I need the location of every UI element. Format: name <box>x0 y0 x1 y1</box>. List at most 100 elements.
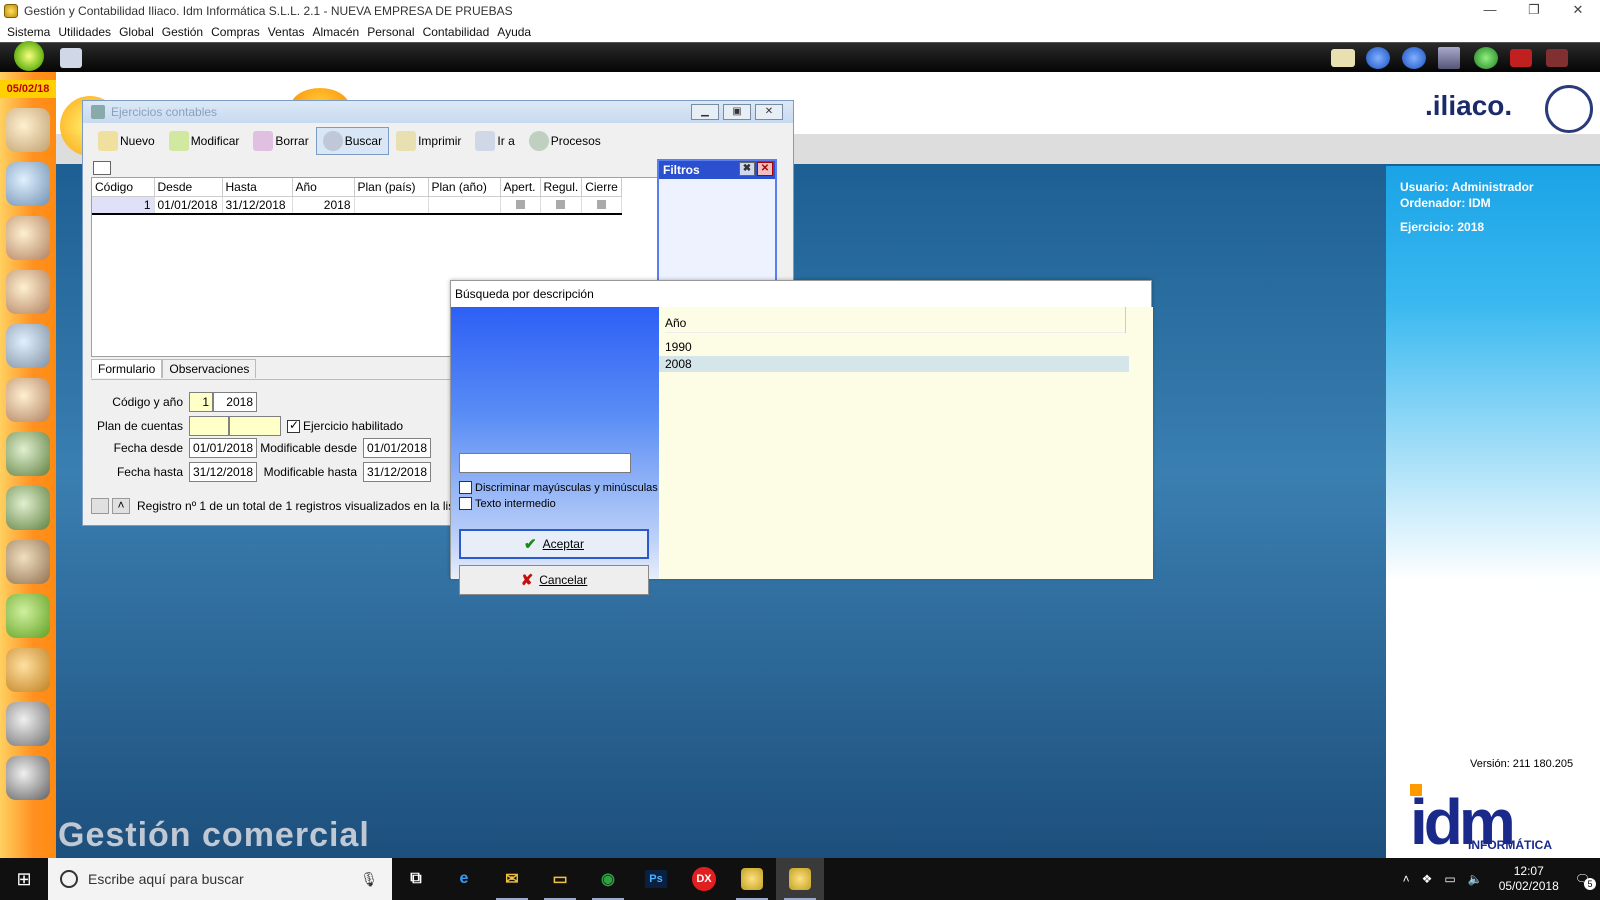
tab-formulario[interactable]: Formulario <box>91 359 163 378</box>
back-icon[interactable] <box>1366 47 1390 69</box>
list-icon[interactable] <box>1438 47 1460 69</box>
notebook-icon[interactable] <box>6 702 50 746</box>
mail-app-icon[interactable]: ✉ <box>488 858 536 900</box>
cancelar-button[interactable]: ✘ Cancelar <box>459 565 649 595</box>
close-window-icon[interactable] <box>1510 49 1532 67</box>
exit-icon[interactable] <box>1546 49 1568 67</box>
notifications-icon[interactable]: 🗨 5 <box>1575 872 1596 890</box>
clock[interactable]: 12:07 05/02/2018 <box>1499 864 1559 894</box>
menu-utilidades[interactable]: Utilidades <box>58 25 111 39</box>
nuevo-button[interactable]: Nuevo <box>91 127 162 155</box>
iliaco-app-icon[interactable] <box>728 858 776 900</box>
col-codigo[interactable]: Código <box>92 178 155 197</box>
edge-icon[interactable]: e <box>440 858 488 900</box>
file-explorer-icon[interactable]: ▭ <box>536 858 584 900</box>
tab-observaciones[interactable]: Observaciones <box>162 359 257 378</box>
col-regul[interactable]: Regul. <box>540 178 583 197</box>
list-item[interactable]: 1990 <box>659 339 1129 355</box>
case-option[interactable]: Discriminar mayúsculas y minúsculas <box>459 481 658 494</box>
close-button[interactable]: ✕ <box>1556 0 1600 22</box>
iliaco-app-active-icon[interactable] <box>776 858 824 900</box>
purchase-order-icon[interactable] <box>6 432 50 476</box>
network-icon[interactable]: ▭ <box>1444 872 1455 886</box>
middle-text-option[interactable]: Texto intermedio <box>459 497 556 510</box>
list-header-anio[interactable]: Año <box>665 313 1125 333</box>
menu-personal[interactable]: Personal <box>367 25 414 39</box>
modificar-button[interactable]: Modificar <box>162 127 247 155</box>
child-minimize-button[interactable]: ▁ <box>691 104 719 120</box>
microphone-icon[interactable]: 🎙 <box>360 871 378 888</box>
plan-anio-field[interactable] <box>229 416 281 436</box>
borrar-button[interactable]: Borrar <box>246 127 315 155</box>
collapse-icon[interactable]: ˄ <box>112 498 130 514</box>
menu-global[interactable]: Global <box>119 25 154 39</box>
shopping-bag-orange-icon[interactable] <box>6 648 50 692</box>
mod-desde-field[interactable]: 01/01/2018 <box>363 438 431 458</box>
col-cierre[interactable]: Cierre <box>581 178 623 197</box>
ejercicio-habilitado-checkbox[interactable] <box>287 418 300 433</box>
calculator-icon[interactable] <box>60 48 82 68</box>
chrome-icon[interactable]: ◉ <box>584 858 632 900</box>
table-row[interactable]: 1 01/01/2018 31/12/2018 2018 <box>92 196 623 215</box>
menu-almacen[interactable]: Almacén <box>313 25 360 39</box>
task-view-icon[interactable]: ⧉ <box>392 858 440 900</box>
restore-button[interactable]: ❐ <box>1512 0 1556 22</box>
child-close-button[interactable]: ✕ <box>755 104 783 120</box>
menu-ventas[interactable]: Ventas <box>268 25 305 39</box>
col-desde[interactable]: Desde <box>154 178 223 197</box>
fecha-desde-field[interactable]: 01/01/2018 <box>189 438 257 458</box>
cd-wizard-icon[interactable] <box>6 756 50 800</box>
pin-icon[interactable]: ✖ <box>739 162 755 176</box>
case-checkbox[interactable] <box>459 481 472 494</box>
middle-text-checkbox[interactable] <box>459 497 472 510</box>
taskbar-search[interactable]: Escribe aquí para buscar 🎙 <box>48 858 392 900</box>
home-icon[interactable] <box>14 41 44 71</box>
grid-options-icon[interactable] <box>93 161 111 175</box>
shopping-bag-green-icon[interactable] <box>6 594 50 638</box>
buscar-button[interactable]: Buscar <box>315 127 390 155</box>
volume-icon[interactable]: 🔈 <box>1468 872 1483 886</box>
client-icon[interactable] <box>6 216 50 260</box>
codigo-field[interactable]: 1 <box>189 392 213 412</box>
col-hasta[interactable]: Hasta <box>222 178 293 197</box>
busqueda-search-input[interactable] <box>459 453 631 473</box>
invoice-icon[interactable] <box>6 486 50 530</box>
menu-gestion[interactable]: Gestión <box>162 25 203 39</box>
forward-icon[interactable] <box>1402 47 1426 69</box>
contacts-icon[interactable] <box>6 324 50 368</box>
minimize-button[interactable]: — <box>1468 0 1512 22</box>
aceptar-button[interactable]: ✔ Aceptar <box>459 529 649 559</box>
windows-start-button[interactable]: ⊞ <box>0 858 48 900</box>
dx-icon[interactable]: DX <box>680 858 728 900</box>
menu-sistema[interactable]: Sistema <box>7 25 50 39</box>
menu-contabilidad[interactable]: Contabilidad <box>423 25 490 39</box>
record-icon[interactable] <box>91 498 109 514</box>
procesos-button[interactable]: Procesos <box>522 127 608 155</box>
chevron-up-icon[interactable]: ˄ <box>1403 872 1410 886</box>
close-filtros-icon[interactable]: ✕ <box>757 162 773 176</box>
fecha-hasta-field[interactable]: 31/12/2018 <box>189 462 257 482</box>
dropbox-icon[interactable]: ❖ <box>1422 872 1433 886</box>
provider-icon[interactable] <box>6 270 50 314</box>
imprimir-button[interactable]: Imprimir <box>389 127 468 155</box>
list-item-selected[interactable]: 2008 <box>659 356 1129 372</box>
plan-pais-field[interactable] <box>189 416 229 436</box>
ir-a-button[interactable]: Ir a <box>468 127 521 155</box>
users-group-icon[interactable] <box>6 108 50 152</box>
child-maximize-button[interactable]: ▣ <box>723 104 751 120</box>
col-apert[interactable]: Apert. <box>500 178 541 197</box>
col-anio[interactable]: Año <box>292 178 355 197</box>
anio-field[interactable]: 2018 <box>213 392 257 412</box>
iliaco-logo: .iliaco. <box>1425 90 1513 121</box>
menu-ayuda[interactable]: Ayuda <box>497 25 531 39</box>
help-icon[interactable] <box>1474 47 1498 69</box>
agent-icon[interactable] <box>6 378 50 422</box>
mod-hasta-field[interactable]: 31/12/2018 <box>363 462 431 482</box>
articles-icon[interactable] <box>6 162 50 206</box>
col-plan-anio[interactable]: Plan (año) <box>428 178 501 197</box>
col-plan-pais[interactable]: Plan (país) <box>354 178 429 197</box>
mail-icon[interactable] <box>1331 49 1355 67</box>
photoshop-icon[interactable]: Ps <box>632 858 680 900</box>
menu-compras[interactable]: Compras <box>211 25 260 39</box>
invoice-client-icon[interactable] <box>6 540 50 584</box>
